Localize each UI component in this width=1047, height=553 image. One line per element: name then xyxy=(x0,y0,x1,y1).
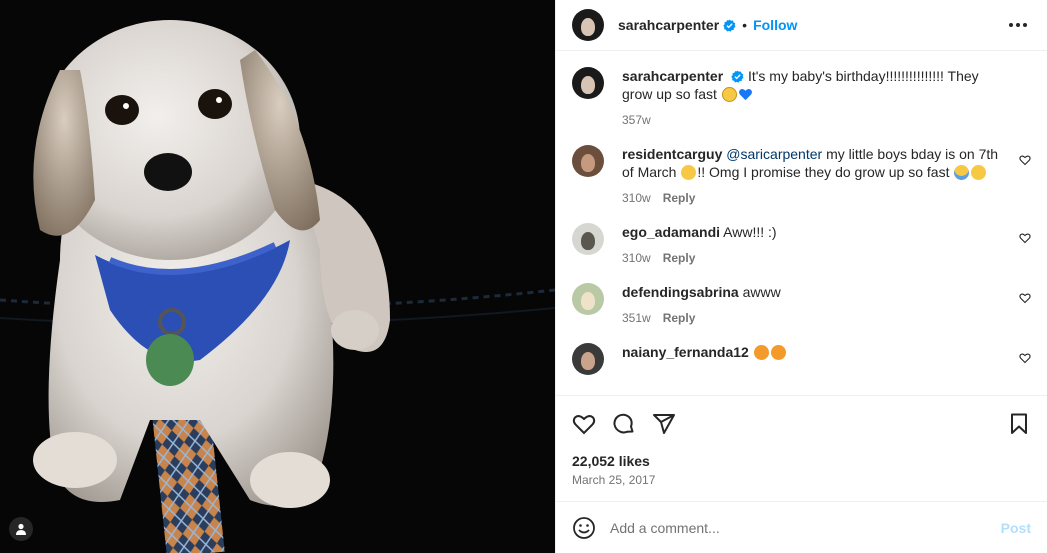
dog-photo-image xyxy=(0,0,555,553)
blue-heart-emoji xyxy=(738,88,752,101)
comment-text-continued: !! Omg I promise they do grow up so fast xyxy=(697,164,950,180)
comment-username[interactable]: naiany_fernanda12 xyxy=(622,344,749,360)
header-username[interactable]: sarahcarpenter xyxy=(618,17,719,33)
like-comment-heart-icon[interactable] xyxy=(1019,292,1031,304)
verified-badge-icon xyxy=(723,18,736,32)
like-heart-icon[interactable] xyxy=(572,412,596,436)
comment-username[interactable]: defendingsabrina xyxy=(622,284,739,300)
post-date[interactable]: March 25, 2017 xyxy=(556,469,1047,487)
comment-text: awww xyxy=(742,284,781,300)
post-actions xyxy=(556,395,1047,451)
reply-button[interactable]: Reply xyxy=(663,189,696,207)
avatar[interactable] xyxy=(572,9,604,41)
comment-item: residentcarguy @saricarpenter my little … xyxy=(572,145,1031,207)
avatar[interactable] xyxy=(572,223,604,255)
post-header: sarahcarpenter • Follow xyxy=(556,0,1047,51)
like-comment-heart-icon[interactable] xyxy=(1019,232,1031,244)
comment-username[interactable]: ego_adamandi xyxy=(622,224,720,240)
avatar[interactable] xyxy=(572,145,604,177)
comment-item: defendingsabrina awww 351w Reply xyxy=(572,283,1031,327)
tiger-face-emoji xyxy=(770,345,786,360)
post-modal: sarahcarpenter • Follow sarahcarpenter I… xyxy=(0,0,1047,553)
like-comment-heart-icon[interactable] xyxy=(1019,352,1031,364)
avatar[interactable] xyxy=(572,343,604,375)
comment-time[interactable]: 310w xyxy=(622,189,651,207)
avatar[interactable] xyxy=(572,67,604,99)
sad-face-emoji xyxy=(721,87,737,102)
share-send-icon[interactable] xyxy=(652,412,676,436)
comment-time[interactable]: 310w xyxy=(622,249,651,267)
add-comment-input[interactable] xyxy=(610,519,1001,536)
crying-face-emoji xyxy=(954,165,970,180)
comment-username[interactable]: residentcarguy xyxy=(622,146,722,162)
like-comment-heart-icon[interactable] xyxy=(1019,154,1031,166)
comment-item: naiany_fernanda12 xyxy=(572,343,1031,375)
comment-mention[interactable]: @saricarpenter xyxy=(726,146,822,162)
weary-face-emoji xyxy=(971,165,987,180)
bookmark-save-icon[interactable] xyxy=(1007,412,1031,436)
add-comment-bar: Post xyxy=(556,501,1047,553)
avatar[interactable] xyxy=(572,283,604,315)
caption-username[interactable]: sarahcarpenter xyxy=(622,68,723,84)
verified-badge-icon xyxy=(731,70,744,83)
user-icon xyxy=(16,523,26,535)
follow-button[interactable]: Follow xyxy=(753,17,797,33)
grimacing-face-emoji xyxy=(681,165,697,180)
caption-time[interactable]: 357w xyxy=(622,111,651,129)
comment-item: ego_adamandi Aww!!! :) 310w Reply xyxy=(572,223,1031,267)
more-options-icon[interactable] xyxy=(1005,19,1031,31)
comment-text: Aww!!! :) xyxy=(723,224,777,240)
post-side-panel: sarahcarpenter • Follow sarahcarpenter I… xyxy=(555,0,1047,553)
comments-list[interactable]: sarahcarpenter It's my baby's birthday!!… xyxy=(556,51,1047,395)
tiger-face-emoji xyxy=(753,345,769,360)
comment-bubble-icon[interactable] xyxy=(612,412,636,436)
likes-count[interactable]: 22,052 likes xyxy=(556,453,1047,469)
post-photo[interactable] xyxy=(0,0,555,553)
header-separator: • xyxy=(742,17,748,33)
tagged-users-button[interactable] xyxy=(9,517,33,541)
reply-button[interactable]: Reply xyxy=(663,309,696,327)
emoji-picker-icon[interactable] xyxy=(572,516,596,540)
comment-time[interactable]: 351w xyxy=(622,309,651,327)
reply-button[interactable]: Reply xyxy=(663,249,696,267)
caption: sarahcarpenter It's my baby's birthday!!… xyxy=(572,67,1031,129)
post-comment-button[interactable]: Post xyxy=(1001,520,1031,536)
